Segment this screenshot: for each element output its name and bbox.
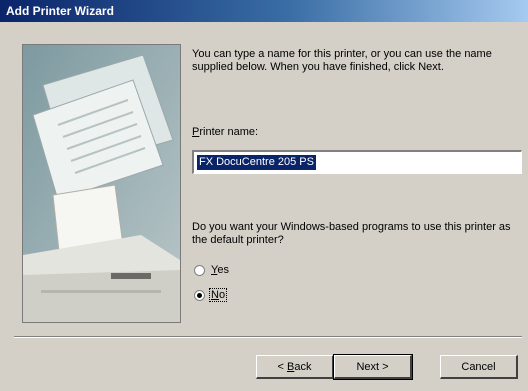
- back-accel: B: [287, 360, 295, 373]
- back-rest: ack: [294, 360, 312, 373]
- printer-name-value: FX DocuCentre 205 PS: [197, 155, 316, 170]
- yes-radio-button[interactable]: [194, 264, 205, 276]
- no-radio-label[interactable]: No: [208, 288, 228, 302]
- no-radio-option[interactable]: No: [194, 288, 228, 302]
- yes-rest: es: [217, 264, 229, 276]
- title-bar[interactable]: Add Printer Wizard: [0, 0, 528, 22]
- no-radio-button[interactable]: [194, 289, 205, 301]
- printer-illustration: [22, 44, 181, 323]
- button-divider: [14, 336, 522, 338]
- cancel-button[interactable]: Cancel: [440, 355, 518, 379]
- default-printer-question: Do you want your Windows-based programs …: [192, 221, 511, 246]
- no-rest: o: [218, 289, 226, 301]
- printer-name-label-rest: rinter name:: [199, 126, 259, 138]
- next-label: Next >: [356, 360, 389, 373]
- window-title: Add Printer Wizard: [6, 4, 114, 18]
- no-accel: N: [211, 289, 219, 301]
- next-button[interactable]: Next >: [333, 354, 413, 380]
- back-prefix: <: [277, 360, 287, 373]
- yes-radio-option[interactable]: Yes: [194, 264, 230, 276]
- back-button[interactable]: < Back: [256, 355, 334, 379]
- yes-radio-label[interactable]: Yes: [210, 264, 230, 276]
- printer-name-label: Printer name:: [192, 126, 522, 139]
- cancel-label: Cancel: [461, 360, 496, 373]
- intro-text: You can type a name for this printer, or…: [192, 48, 492, 73]
- printer-name-input[interactable]: FX DocuCentre 205 PS: [192, 150, 522, 174]
